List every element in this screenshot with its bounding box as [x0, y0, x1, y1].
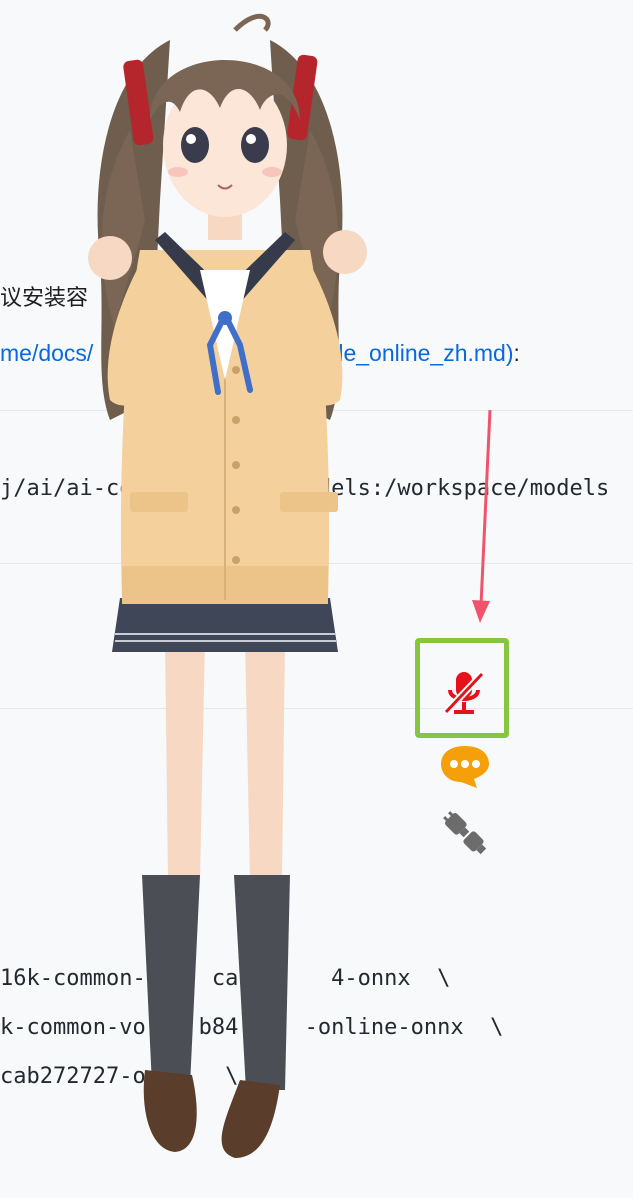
live2d-character[interactable] — [60, 0, 390, 1198]
chat-bubble-icon — [441, 746, 489, 788]
annotation-arrow-icon — [472, 409, 492, 623]
mic-toggle-button[interactable] — [437, 665, 493, 721]
disconnect-button[interactable] — [437, 805, 493, 861]
mic-off-icon — [443, 671, 485, 715]
doc-colon: : — [513, 340, 520, 366]
chat-button[interactable] — [437, 742, 493, 792]
plug-icon — [443, 811, 487, 855]
